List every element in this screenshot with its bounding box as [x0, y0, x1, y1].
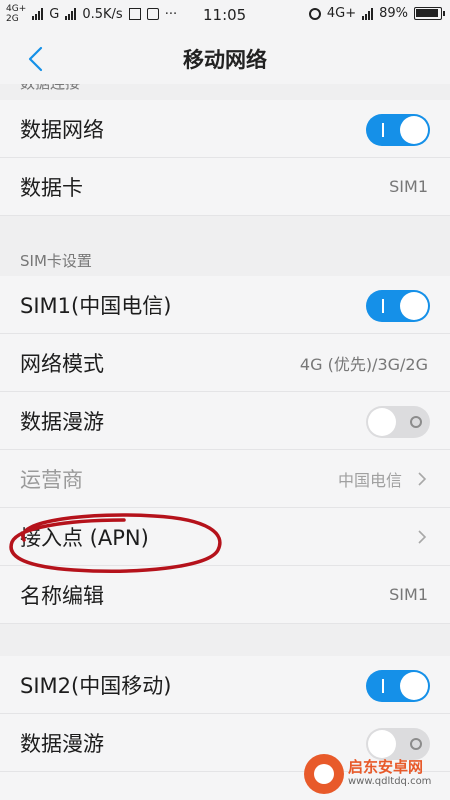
- row-value: SIM1: [389, 177, 428, 196]
- row-label: 网络模式: [20, 351, 104, 376]
- settings-list[interactable]: 数据连接 数据网络 数据卡 SIM1 SIM卡设置 SIM1(中国电信) 网络模…: [0, 84, 450, 800]
- notification-icon: [128, 8, 141, 20]
- row-value: 4G (优先)/3G/2G: [299, 354, 428, 374]
- battery-percent: 89%: [379, 6, 408, 21]
- row-label: 数据漫游: [20, 409, 104, 434]
- row-label: SIM2(中国移动): [20, 673, 172, 698]
- network-type: 4G+ 2G: [6, 4, 26, 24]
- row-value: SIM1: [389, 585, 428, 604]
- status-left: 4G+ 2G G 0.5K/s ···: [6, 4, 177, 24]
- row-label: 数据漫游: [20, 731, 104, 756]
- network-speed: 0.5K/s: [82, 6, 123, 22]
- sim2-toggle[interactable]: [366, 670, 430, 702]
- row-label: 名称编辑: [20, 583, 104, 608]
- row-label: 数据网络: [20, 117, 104, 142]
- section-header-data-connection: 数据连接: [0, 84, 450, 100]
- row-data-card[interactable]: 数据卡 SIM1: [0, 158, 450, 216]
- roaming1-toggle[interactable]: [366, 406, 430, 438]
- sim-icon: [146, 8, 159, 20]
- signal-icon: [32, 8, 44, 20]
- annotation-circle: [9, 513, 222, 573]
- signal2-icon: [65, 8, 77, 20]
- row-sim1[interactable]: SIM1(中国电信): [0, 276, 450, 334]
- watermark: 启东安卓网 www.qdltdq.com: [304, 754, 444, 796]
- watermark-logo-icon: [304, 754, 344, 794]
- network-type-right: 4G+: [326, 6, 357, 21]
- status-bar: 4G+ 2G G 0.5K/s ··· 11:05 4G+ 89%: [0, 0, 450, 32]
- row-operator[interactable]: 运营商 中国电信: [0, 450, 450, 508]
- row-label: 数据卡: [20, 175, 83, 200]
- network-type-top: 4G+: [6, 4, 27, 14]
- section-label: 数据连接: [20, 84, 80, 92]
- row-data-network[interactable]: 数据网络: [0, 100, 450, 158]
- row-label: SIM1(中国电信): [20, 293, 172, 318]
- section-gap: [0, 624, 450, 656]
- row-data-roaming-sim1[interactable]: 数据漫游: [0, 392, 450, 450]
- watermark-url: www.qdltdq.com: [348, 776, 432, 787]
- row-network-mode[interactable]: 网络模式 4G (优先)/3G/2G: [0, 334, 450, 392]
- page-title: 移动网络: [183, 48, 267, 72]
- sim1-toggle[interactable]: [366, 290, 430, 322]
- alarm-icon: [308, 7, 321, 20]
- section-label: SIM卡设置: [20, 252, 92, 270]
- data-network-toggle[interactable]: [366, 114, 430, 146]
- chevron-right-icon: [418, 530, 427, 544]
- network-type-bottom: 2G: [6, 14, 19, 24]
- status-right: 4G+ 89%: [308, 6, 445, 21]
- signal3-icon: [362, 7, 374, 20]
- section-header-sim-settings: SIM卡设置: [0, 216, 450, 276]
- watermark-text: 启东安卓网: [348, 758, 424, 776]
- row-value: 中国电信: [337, 470, 402, 490]
- chevron-right-icon: [418, 472, 427, 486]
- carrier2-indicator: G: [49, 6, 60, 22]
- row-label: 运营商: [20, 467, 83, 492]
- battery-icon: [414, 7, 445, 20]
- more-dots: ···: [164, 6, 178, 22]
- title-bar: 移动网络: [0, 32, 450, 84]
- row-sim2[interactable]: SIM2(中国移动): [0, 656, 450, 714]
- clock: 11:05: [203, 6, 247, 24]
